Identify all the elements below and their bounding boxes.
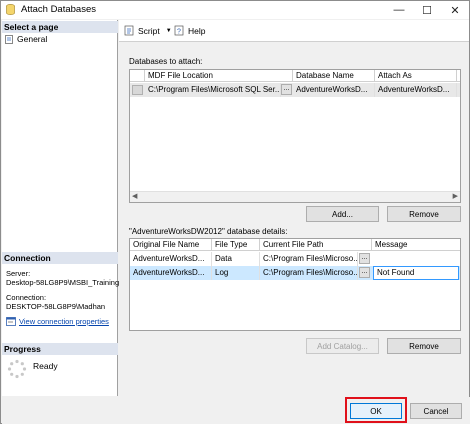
svg-text:?: ? (177, 29, 181, 36)
table-row[interactable]: AdventureWorksD... Data C:\Program Files… (130, 252, 460, 266)
progress-header: Progress (2, 343, 118, 355)
row-selector[interactable] (132, 85, 143, 95)
column-header-owner[interactable]: O (457, 70, 460, 82)
toolbar: Script ▼ ? Help (119, 20, 469, 42)
scroll-right-icon[interactable]: ▶ (453, 192, 458, 200)
page-item-general[interactable]: General (5, 34, 47, 44)
page-icon (5, 34, 13, 44)
select-page-header: Select a page (2, 21, 118, 33)
remove-attach-button[interactable]: Remove (387, 206, 461, 222)
current-file-path-cell: C:\Program Files\Microso... (260, 266, 358, 280)
database-icon (6, 4, 15, 15)
server-label: Server: (6, 269, 31, 278)
browse-file-path-button[interactable]: ... (359, 267, 370, 278)
browse-file-path-button[interactable]: ... (359, 253, 370, 264)
page-item-label: General (17, 34, 48, 44)
script-icon (124, 25, 134, 36)
title-bar: Attach Databases — ☐ ✕ (1, 1, 469, 19)
help-button[interactable]: ? Help (174, 25, 205, 36)
table-row[interactable]: C:\Program Files\Microsoft SQL Ser... ..… (130, 83, 460, 97)
row-header-corner (130, 70, 145, 82)
ok-button[interactable]: OK (350, 403, 402, 419)
attach-databases-dialog: Attach Databases — ☐ ✕ Select a page Gen… (0, 0, 470, 424)
footer: OK Cancel (2, 397, 470, 424)
connection-value: DESKTOP-58LG8P9\Madhan (6, 302, 106, 311)
column-header-original-file-name[interactable]: Original File Name (130, 239, 212, 251)
right-pane: Script ▼ ? Help Databases to attach: MDF… (119, 20, 469, 396)
connection-header: Connection (2, 252, 118, 264)
message-cell (372, 252, 460, 266)
script-label: Script (138, 25, 160, 36)
server-value: Desktop-58LG8P9\MSBI_Training (6, 278, 120, 287)
table-row[interactable]: AdventureWorksD... Log C:\Program Files\… (130, 266, 460, 280)
column-header-mdf[interactable]: MDF File Location (145, 70, 293, 82)
file-type-cell: Log (212, 266, 260, 280)
scroll-left-icon[interactable]: ◀ (132, 192, 137, 200)
cancel-button[interactable]: Cancel (410, 403, 462, 419)
column-header-file-type[interactable]: File Type (212, 239, 260, 251)
help-label: Help (188, 25, 206, 36)
help-icon: ? (174, 25, 184, 36)
maximize-button[interactable]: ☐ (413, 1, 441, 19)
connection-label: Connection: (6, 293, 47, 302)
mdf-location-cell: C:\Program Files\Microsoft SQL Ser... (145, 83, 281, 97)
attach-as-cell[interactable]: AdventureWorksD... (375, 83, 457, 97)
minimize-button[interactable]: — (385, 1, 413, 19)
add-catalog-button[interactable]: Add Catalog... (306, 338, 379, 354)
current-file-path-cell: C:\Program Files\Microso... (260, 252, 358, 266)
horizontal-scrollbar[interactable]: ◀ ▶ (130, 191, 460, 202)
view-connection-properties-link[interactable]: View connection properties (6, 317, 109, 326)
close-button[interactable]: ✕ (441, 1, 469, 19)
window-title: Attach Databases (21, 4, 96, 15)
database-details-grid: Original File Name File Type Current Fil… (129, 238, 461, 331)
database-details-label: "AdventureWorksDW2012" database details: (129, 227, 288, 236)
remove-details-button[interactable]: Remove (387, 338, 461, 354)
view-connection-properties-label: View connection properties (19, 317, 109, 326)
column-header-current-file-path[interactable]: Current File Path (260, 239, 372, 251)
original-file-name-cell: AdventureWorksD... (130, 266, 212, 280)
message-cell: Not Found (373, 266, 459, 280)
column-header-attach-as[interactable]: Attach As (375, 70, 457, 82)
column-header-message[interactable]: Message (372, 239, 460, 251)
file-type-cell: Data (212, 252, 260, 266)
original-file-name-cell: AdventureWorksD... (130, 252, 212, 266)
script-button[interactable]: Script ▼ (124, 25, 172, 36)
chevron-down-icon[interactable]: ▼ (166, 28, 172, 34)
properties-icon (6, 317, 16, 326)
databases-to-attach-label: Databases to attach: (129, 57, 203, 66)
database-name-cell: AdventureWorksD... (293, 83, 375, 97)
left-pane: Select a page General Connection Server:… (2, 20, 120, 396)
add-button[interactable]: Add... (306, 206, 379, 222)
browse-mdf-button[interactable]: ... (281, 84, 292, 95)
progress-spinner-icon (7, 359, 27, 379)
databases-to-attach-grid: MDF File Location Database Name Attach A… (129, 69, 461, 203)
progress-status: Ready (33, 361, 58, 371)
column-header-database-name[interactable]: Database Name (293, 70, 375, 82)
